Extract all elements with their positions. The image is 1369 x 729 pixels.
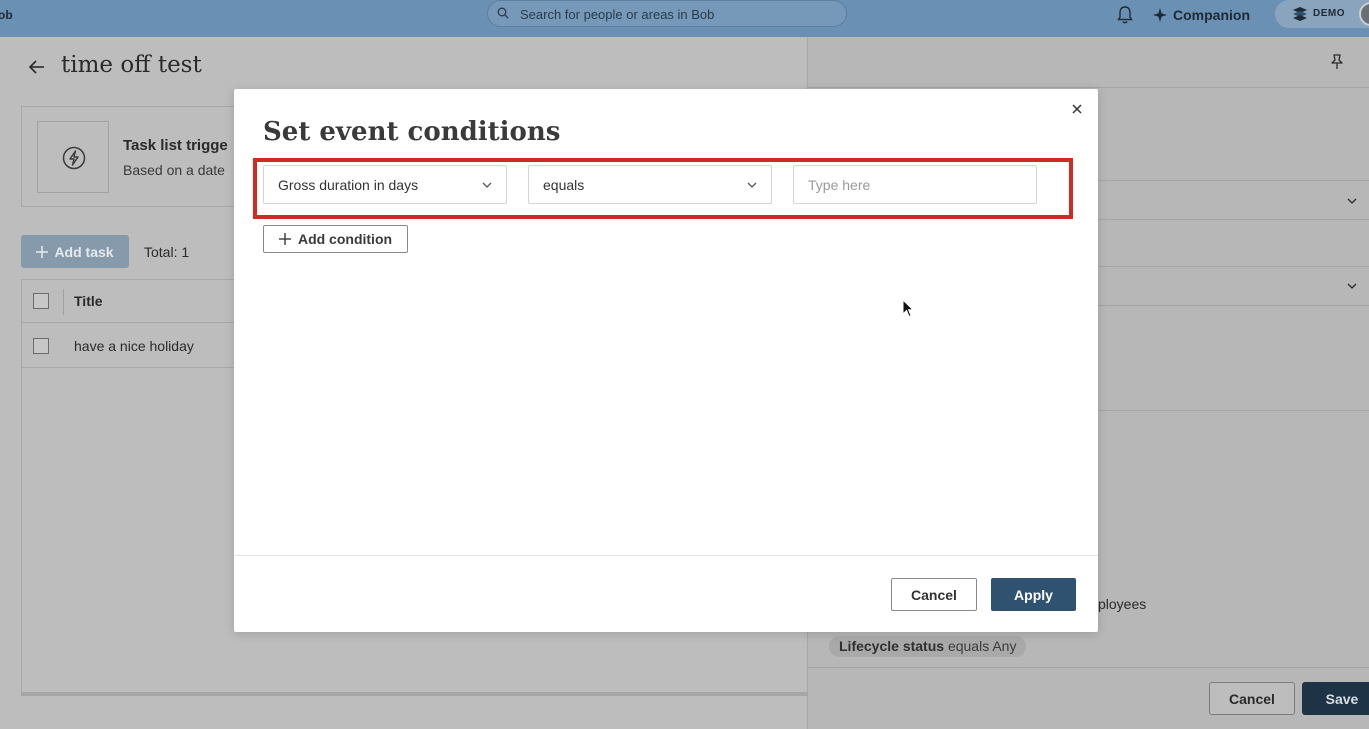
plus-icon <box>278 233 291 245</box>
chevron-down-icon[interactable] <box>1347 196 1357 206</box>
condition-value-input[interactable] <box>793 165 1037 204</box>
top-bar: ob Search for people or areas in Bob Com… <box>0 0 1369 37</box>
trigger-subtitle: Based on a date <box>123 162 225 178</box>
trigger-icon-box <box>37 121 109 193</box>
panel-divider <box>808 87 1369 88</box>
chevron-down-icon[interactable] <box>1347 281 1357 291</box>
close-icon[interactable] <box>1070 102 1084 116</box>
modal-footer-divider <box>234 555 1098 556</box>
panel-cancel-button[interactable]: Cancel <box>1209 682 1295 715</box>
bell-icon[interactable] <box>1116 5 1134 25</box>
app-logo[interactable]: ob <box>0 8 13 22</box>
column-header-title[interactable]: Title <box>74 293 103 309</box>
panel-save-button[interactable]: Save <box>1302 682 1369 715</box>
lifecycle-label: Lifecycle status <box>839 638 945 654</box>
page-title: time off test <box>61 52 202 78</box>
column-separator <box>63 289 64 315</box>
search-icon <box>497 7 509 19</box>
plus-icon <box>36 245 49 258</box>
event-conditions-modal: Set event conditions Gross duration in d… <box>234 89 1098 632</box>
chevron-down-icon <box>482 182 492 188</box>
panel-divider <box>808 667 1369 668</box>
condition-operator-select[interactable]: equals <box>528 165 772 204</box>
global-search[interactable]: Search for people or areas in Bob <box>487 0 847 27</box>
pin-icon[interactable] <box>1328 53 1346 71</box>
search-placeholder: Search for people or areas in Bob <box>520 7 715 22</box>
condition-operator-value: equals <box>543 177 585 193</box>
condition-field-value: Gross duration in days <box>278 177 419 193</box>
add-task-label: Add task <box>54 243 114 260</box>
back-arrow-icon[interactable] <box>28 58 46 76</box>
add-condition-label: Add condition <box>297 231 393 247</box>
demo-logo-icon <box>1293 7 1307 21</box>
row-checkbox[interactable] <box>33 338 49 354</box>
row-title: have a nice holiday <box>74 338 194 354</box>
companion-button[interactable]: Companion <box>1153 5 1250 25</box>
apply-button[interactable]: Apply <box>991 578 1076 611</box>
sparkle-icon <box>1153 8 1167 22</box>
account-switcher[interactable]: DEMO <box>1275 0 1369 28</box>
lightning-icon <box>62 146 86 170</box>
add-task-button[interactable]: Add task <box>21 235 129 268</box>
lifecycle-condition-chip[interactable]: Lifecycle status equals Any <box>829 636 1027 657</box>
cancel-button[interactable]: Cancel <box>891 578 977 611</box>
total-count: Total: 1 <box>144 244 190 260</box>
modal-title: Set event conditions <box>263 117 561 147</box>
companion-label: Companion <box>1173 7 1250 23</box>
add-condition-button[interactable]: Add condition <box>263 225 408 253</box>
chevron-down-icon <box>747 182 757 188</box>
trigger-title: Task list trigge <box>123 137 228 154</box>
cursor-icon <box>902 299 914 318</box>
lifecycle-value: equals Any <box>947 638 1017 654</box>
select-all-checkbox[interactable] <box>33 293 49 309</box>
employees-text: ployees <box>1098 596 1147 612</box>
demo-label: DEMO <box>1313 8 1345 19</box>
condition-field-select[interactable]: Gross duration in days <box>263 165 507 204</box>
